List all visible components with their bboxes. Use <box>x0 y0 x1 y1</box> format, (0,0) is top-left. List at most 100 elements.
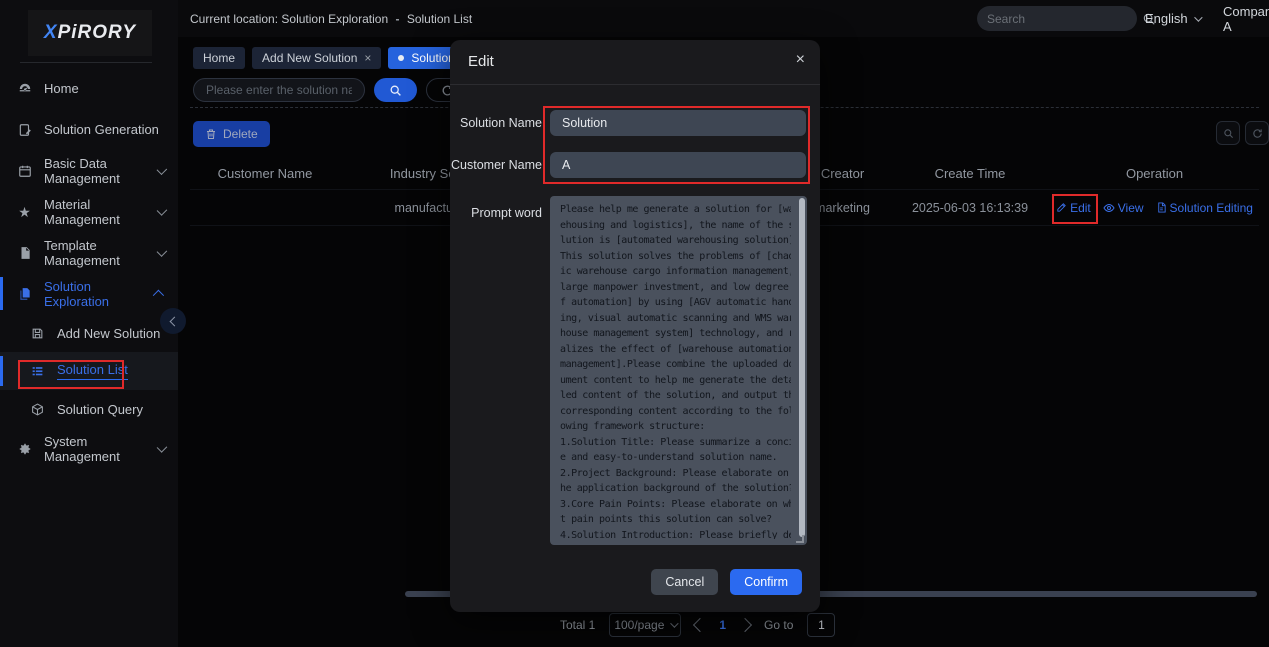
close-icon[interactable]: × <box>796 52 805 68</box>
sidebar-item-label: Basic Data Management <box>44 156 157 186</box>
pencil-icon <box>1056 202 1067 213</box>
sidebar-collapse-button[interactable] <box>160 308 186 334</box>
company-name: Company A <box>1223 0 1269 37</box>
chevron-down-icon <box>156 205 167 216</box>
view-link[interactable]: View <box>1103 201 1144 215</box>
sidebar-item-material-management[interactable]: ★ Material Management <box>0 191 178 232</box>
table-refresh-icon-button[interactable] <box>1245 121 1269 145</box>
brand-logo: XPiRORY <box>28 10 152 56</box>
sidebar-item-solution-list[interactable]: Solution List <box>0 352 178 390</box>
tab-home[interactable]: Home <box>193 47 245 69</box>
sidebar-item-template-management[interactable]: Template Management <box>0 232 178 273</box>
document-icon <box>1156 202 1167 213</box>
sidebar-item-label: Solution List <box>57 362 128 380</box>
table-toolbar: Delete <box>193 121 270 147</box>
col-header-operation: Operation <box>1050 166 1259 181</box>
eye-icon <box>1103 202 1115 214</box>
sidebar-item-label: Template Management <box>44 238 157 268</box>
filter-row <box>193 78 469 102</box>
chevron-down-icon <box>157 246 168 257</box>
chevron-down-icon <box>671 619 679 627</box>
dialog-divider <box>450 84 820 85</box>
trash-icon <box>205 128 217 140</box>
prompt-word-text: Please help me generate a solution for [… <box>560 202 791 539</box>
sidebar-divider <box>20 62 152 63</box>
cancel-button[interactable]: Cancel <box>651 569 718 595</box>
breadcrumb-primary: Solution Exploration <box>281 12 388 26</box>
topbar: Current location: Solution Exploration -… <box>178 0 1269 37</box>
page-size-select[interactable]: 100/page <box>609 613 681 637</box>
table-search-icon-button[interactable] <box>1216 121 1240 145</box>
star-icon: ★ <box>17 204 32 219</box>
chevron-left-icon <box>170 316 180 326</box>
solution-name-filter-input[interactable] <box>193 78 365 102</box>
global-search <box>977 6 1137 31</box>
prompt-word-label: Prompt word <box>450 200 542 226</box>
breadcrumb: Current location: Solution Exploration -… <box>190 12 472 26</box>
sidebar-item-solution-generation[interactable]: Solution Generation <box>0 109 178 150</box>
list-icon <box>30 364 45 379</box>
solution-name-label: Solution Name <box>450 110 542 136</box>
textarea-scrollbar[interactable] <box>799 198 805 537</box>
gear-icon <box>17 441 32 456</box>
sidebar-item-basic-data-management[interactable]: Basic Data Management <box>0 150 178 191</box>
edit-dialog: Edit × Solution Name Customer Name Promp… <box>450 40 820 612</box>
file-icon <box>17 245 32 260</box>
next-page-icon[interactable] <box>738 618 752 632</box>
calendar-icon <box>17 163 32 178</box>
dialog-title: Edit <box>468 53 494 70</box>
col-header-create-time: Create Time <box>890 166 1050 181</box>
cell-create-time: 2025-06-03 16:13:39 <box>890 201 1050 215</box>
textarea-resize-handle[interactable] <box>796 535 804 543</box>
table-tools <box>1216 121 1269 145</box>
close-tab-icon[interactable]: × <box>364 51 371 65</box>
solution-editing-link[interactable]: Solution Editing <box>1156 201 1253 215</box>
sidebar-item-label: Add New Solution <box>57 326 160 341</box>
copy-files-icon <box>17 286 32 301</box>
sidebar-item-solution-query[interactable]: Solution Query <box>0 390 178 428</box>
sidebar-item-solution-exploration[interactable]: Solution Exploration <box>0 273 178 314</box>
sidebar-item-home[interactable]: Home <box>0 68 178 109</box>
prompt-word-textarea[interactable]: Please help me generate a solution for [… <box>550 196 807 545</box>
customer-name-input[interactable] <box>550 152 806 178</box>
confirm-button[interactable]: Confirm <box>730 569 802 595</box>
prev-page-icon[interactable] <box>693 618 707 632</box>
search-button[interactable] <box>374 78 417 102</box>
sidebar-item-label: Material Management <box>44 197 157 227</box>
solution-name-input[interactable] <box>550 110 806 136</box>
dialog-footer: Cancel Confirm <box>450 569 820 595</box>
sidebar-item-label: System Management <box>44 434 157 464</box>
goto-page-input[interactable] <box>807 613 835 637</box>
active-tab-dot <box>398 55 404 61</box>
tab-add-new-solution[interactable]: Add New Solution × <box>252 47 381 69</box>
sidebar-item-label: Solution Query <box>57 402 143 417</box>
delete-button[interactable]: Delete <box>193 121 270 147</box>
save-icon <box>30 326 45 341</box>
goto-label: Go to <box>764 618 793 632</box>
pagination-total: Total 1 <box>560 618 595 632</box>
app-window: XPiRORY Home Solution Generation Basic D… <box>0 0 1269 647</box>
document-pen-icon <box>17 122 32 137</box>
customer-name-label: Customer Name <box>450 152 542 178</box>
sidebar-item-label: Home <box>44 81 79 96</box>
col-header-customer-name: Customer Name <box>190 166 340 181</box>
sidebar-item-label: Solution Exploration <box>44 279 156 309</box>
sidebar-item-label: Solution Generation <box>44 122 159 137</box>
breadcrumb-secondary: Solution List <box>407 12 472 26</box>
chevron-down-icon <box>1194 13 1202 21</box>
cube-icon <box>30 402 45 417</box>
sidebar-item-add-new-solution[interactable]: Add New Solution <box>0 314 178 352</box>
current-page[interactable]: 1 <box>719 618 726 632</box>
dashboard-icon <box>17 81 32 96</box>
sidebar-item-system-management[interactable]: System Management <box>0 428 178 469</box>
brand-logo-text: XPiRORY <box>44 22 136 44</box>
edit-link[interactable]: Edit <box>1056 201 1091 215</box>
breadcrumb-separator: - <box>395 12 399 26</box>
sidebar-nav: Home Solution Generation Basic Data Mana… <box>0 68 178 469</box>
chevron-down-icon <box>156 442 167 453</box>
language-selector[interactable]: English <box>1145 0 1200 37</box>
chevron-down-icon <box>157 164 167 174</box>
cell-operation: Edit View Solution Editing <box>1050 201 1259 215</box>
global-search-input[interactable] <box>987 12 1142 26</box>
pagination: Total 1 100/page 1 Go to <box>560 613 835 637</box>
